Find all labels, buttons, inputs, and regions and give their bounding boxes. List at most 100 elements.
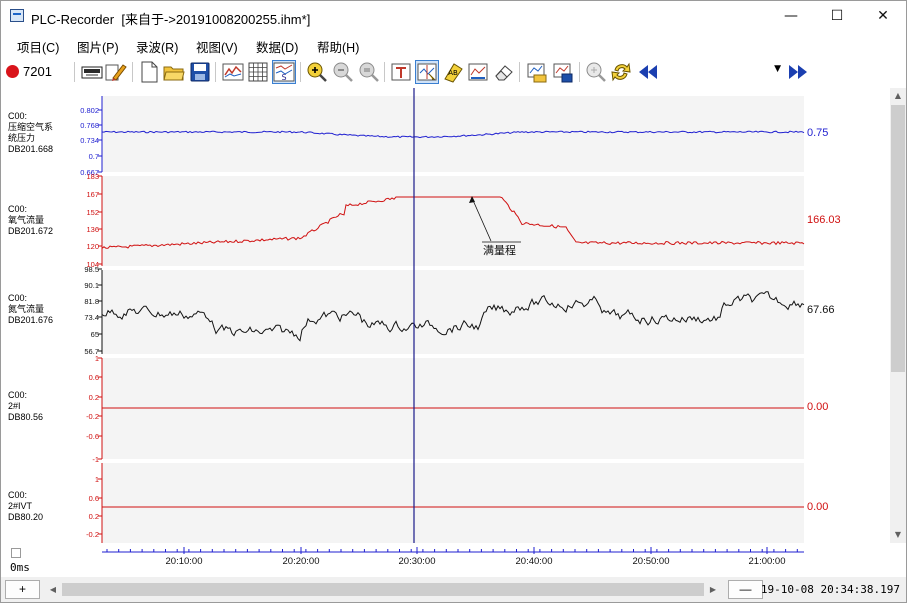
chevron-down-icon: ▼ <box>774 64 781 74</box>
zoom-out-icon[interactable] <box>332 61 354 83</box>
trend-plot[interactable]: 0.8020.7680.7340.70.66718316715213612010… <box>1 88 891 543</box>
time-tick-label: 20:10:00 <box>166 556 203 567</box>
maximize-button[interactable]: ☐ <box>814 1 860 31</box>
menu-view[interactable]: 视图(V) <box>196 37 238 56</box>
search-icon[interactable] <box>585 61 607 83</box>
time-tick-label: 20:40:00 <box>516 556 553 567</box>
y-tick-label: 183 <box>86 172 99 181</box>
toolbar-separator <box>132 62 133 82</box>
record-status-icon <box>6 65 19 78</box>
time-axis[interactable]: 20:10:00 20:20:00 20:30:00 20:40:00 20:50:00… <box>1 543 906 576</box>
toolbar-separator <box>300 62 301 82</box>
channel-panel <box>102 176 804 266</box>
current-value-2: 166.03 <box>807 214 841 226</box>
record-count: 7201 <box>23 64 52 79</box>
y-tick-label: 0.7 <box>89 152 99 161</box>
horizontal-scrollbar[interactable]: ◀ ▶ <box>45 581 721 598</box>
y-tick-label: 90.1 <box>84 281 99 290</box>
y-tick-label: 120 <box>86 242 99 251</box>
scroll-down-icon[interactable]: ▼ <box>890 527 906 543</box>
y-tick-label: 0.2 <box>89 512 99 521</box>
open-folder-icon[interactable] <box>163 61 185 83</box>
y-tick-label: 81.8 <box>84 297 99 306</box>
y-tick-label: 152 <box>86 208 99 217</box>
chart-area[interactable]: C00: 压缩空气系 统压力 DB201.668 C00: 氧气流量 DB201… <box>1 88 891 543</box>
zoom-in-icon[interactable] <box>306 61 328 83</box>
y-tick-label: 167 <box>86 190 99 199</box>
y-tick-label: 98.5 <box>84 265 99 274</box>
toolbar-separator <box>215 62 216 82</box>
stacked-view-icon[interactable]: S <box>272 60 296 84</box>
toolbar-separator <box>384 62 385 82</box>
toolbar-separator <box>579 62 580 82</box>
y-tick-label: -0.6 <box>86 432 99 441</box>
window-title: PLC-Recorder [来自于->20191008200255.ihm*] <box>31 9 310 28</box>
monitor-icon[interactable] <box>81 61 103 83</box>
y-tick-label: 0.6 <box>89 494 99 503</box>
toolbar-separator <box>519 62 520 82</box>
menu-data[interactable]: 数据(D) <box>256 37 298 56</box>
cursor-icon[interactable] <box>415 60 439 84</box>
channel-panel <box>102 463 804 543</box>
y-tick-label: 136 <box>86 225 99 234</box>
y-tick-label: 0.802 <box>80 106 99 115</box>
curve-view-icon[interactable] <box>222 61 244 83</box>
menu-project[interactable]: 项目(C) <box>17 37 59 56</box>
y-tick-label: 0.6 <box>89 373 99 382</box>
measure-icon[interactable] <box>467 61 489 83</box>
current-value-1: 0.75 <box>807 127 828 139</box>
close-button[interactable]: ✕ <box>860 1 906 31</box>
current-value-4: 0.00 <box>807 401 828 413</box>
svg-text:AB: AB <box>448 69 458 77</box>
y-tick-label: 0.768 <box>80 121 99 130</box>
scroll-right-icon[interactable]: ▶ <box>705 581 721 598</box>
toolbar-separator <box>74 62 75 82</box>
time-tick-label: 20:20:00 <box>283 556 320 567</box>
minimize-button[interactable]: — <box>768 1 814 31</box>
y-tick-label: -0.2 <box>86 530 99 539</box>
vertical-scroll-thumb[interactable] <box>891 105 905 372</box>
app-window: PLC-Recorder [来自于->20191008200255.ihm*] … <box>0 0 907 603</box>
toolbar: 7201 S AB ▼ <box>1 57 906 87</box>
remove-minus-button[interactable]: — <box>728 580 763 599</box>
y-tick-label: 1 <box>95 475 99 484</box>
fast-forward-icon[interactable] <box>787 61 809 83</box>
menu-picture[interactable]: 图片(P) <box>77 37 119 56</box>
channel-panel <box>102 270 804 354</box>
grid-view-icon[interactable] <box>247 61 269 83</box>
export-data-icon[interactable] <box>552 61 574 83</box>
current-value-5: 0.00 <box>807 501 828 513</box>
menu-bar: 项目(C) 图片(P) 录波(R) 视图(V) 数据(D) 帮助(H) <box>1 32 906 56</box>
scroll-left-icon[interactable]: ◀ <box>45 581 61 598</box>
ruler-t-icon[interactable] <box>390 61 412 83</box>
y-tick-label: 73.4 <box>84 313 99 322</box>
time-tick-label: 20:30:00 <box>399 556 436 567</box>
zoom-reset-icon[interactable] <box>358 61 380 83</box>
y-tick-label: 65 <box>91 330 99 339</box>
document-title: [来自于->20191008200255.ihm*] <box>121 12 311 27</box>
menu-help[interactable]: 帮助(H) <box>317 37 359 56</box>
vertical-scrollbar[interactable]: ▲ ▼ <box>890 88 906 543</box>
svg-text:S: S <box>281 73 286 82</box>
time-range-select[interactable]: ▼ <box>662 61 784 81</box>
horizontal-scroll-thumb[interactable] <box>62 583 704 596</box>
channel-panel <box>102 96 804 172</box>
edit-pencil-icon[interactable] <box>105 61 127 83</box>
time-tick-label: 20:50:00 <box>633 556 670 567</box>
bottom-bar: + ◀ ▶ — 19-10-08 20:34:38.197 <box>1 577 906 602</box>
status-timestamp: 19-10-08 20:34:38.197 <box>760 583 900 596</box>
add-plus-button[interactable]: + <box>5 580 40 599</box>
time-tick-label: 21:00:00 <box>749 556 786 567</box>
refresh-icon[interactable] <box>610 61 632 83</box>
eraser-icon[interactable] <box>493 61 515 83</box>
rewind-icon[interactable] <box>637 61 659 83</box>
y-tick-label: 0.2 <box>89 393 99 402</box>
new-file-icon[interactable] <box>138 61 160 83</box>
app-logo-icon <box>10 9 24 22</box>
current-value-3: 67.66 <box>807 304 835 316</box>
scroll-up-icon[interactable]: ▲ <box>890 88 906 104</box>
import-data-icon[interactable] <box>526 61 548 83</box>
menu-record[interactable]: 录波(R) <box>136 37 178 56</box>
save-disk-icon[interactable] <box>189 61 211 83</box>
ab-cursor-icon[interactable]: AB <box>442 61 464 83</box>
